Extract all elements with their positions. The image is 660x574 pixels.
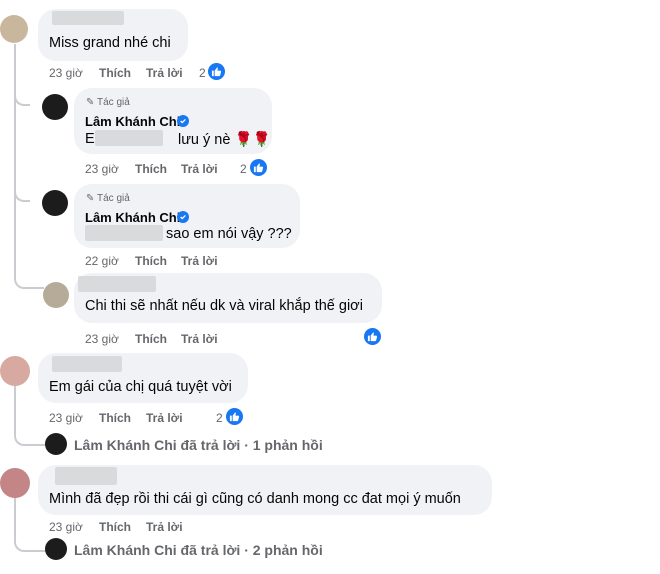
comment-text: Em gái của chị quá tuyệt vời bbox=[49, 379, 232, 395]
reply-button[interactable]: Trả lời bbox=[146, 411, 183, 425]
author-tag-label: Tác giả bbox=[97, 193, 130, 204]
avatar[interactable] bbox=[0, 15, 28, 43]
thumbs-up-icon[interactable] bbox=[207, 62, 226, 81]
redacted-name bbox=[55, 467, 117, 485]
thread-connector bbox=[14, 267, 44, 289]
avatar[interactable] bbox=[42, 94, 68, 120]
verified-badge-icon bbox=[177, 211, 189, 223]
reaction-count[interactable]: 2 bbox=[240, 162, 247, 176]
avatar[interactable] bbox=[45, 433, 67, 455]
like-button[interactable]: Thích bbox=[135, 254, 167, 268]
like-button[interactable]: Thích bbox=[99, 411, 131, 425]
comment-text: Chi thi sẽ nhất nếu dk và viral khắp thế… bbox=[85, 298, 363, 314]
view-replies-link[interactable]: Lâm Khánh Chi đã trả lời · 2 phản hồi bbox=[74, 542, 323, 558]
avatar[interactable] bbox=[42, 190, 68, 216]
redacted-name bbox=[78, 276, 156, 292]
comment-text: Miss grand nhé chi bbox=[49, 35, 171, 51]
thumbs-up-icon[interactable] bbox=[249, 158, 268, 177]
thread-line bbox=[14, 44, 16, 279]
like-button[interactable]: Thích bbox=[99, 66, 131, 80]
comment-time[interactable]: 22 giờ bbox=[85, 254, 119, 268]
pencil-icon: ✎ bbox=[86, 193, 95, 204]
pencil-icon: ✎ bbox=[86, 97, 95, 108]
thread-connector bbox=[14, 84, 30, 106]
comment-text-prefix: E bbox=[85, 131, 95, 147]
reply-button[interactable]: Trả lời bbox=[181, 332, 218, 346]
avatar[interactable] bbox=[43, 282, 69, 308]
avatar[interactable] bbox=[45, 538, 67, 560]
reply-button[interactable]: Trả lời bbox=[181, 254, 218, 268]
reply-button[interactable]: Trả lời bbox=[181, 162, 218, 176]
author-name[interactable]: Lâm Khánh Chi bbox=[85, 210, 180, 225]
like-button[interactable]: Thích bbox=[99, 520, 131, 534]
comment-time[interactable]: 23 giờ bbox=[49, 66, 83, 80]
comment-text: Mình đã đẹp rồi thi cái gì cũng có danh … bbox=[49, 491, 461, 507]
avatar[interactable] bbox=[0, 356, 30, 386]
comment-time[interactable]: 23 giờ bbox=[49, 520, 83, 534]
thumbs-up-icon[interactable] bbox=[363, 327, 382, 346]
redacted-name bbox=[95, 130, 163, 146]
reply-button[interactable]: Trả lời bbox=[146, 520, 183, 534]
comment-time[interactable]: 23 giờ bbox=[85, 162, 119, 176]
redacted-name bbox=[85, 225, 163, 241]
view-replies-link[interactable]: Lâm Khánh Chi đã trả lời · 1 phản hồi bbox=[74, 437, 323, 453]
reaction-count[interactable]: 2 bbox=[216, 411, 223, 425]
author-name[interactable]: Lâm Khánh Chi bbox=[85, 114, 180, 129]
comment-time[interactable]: 23 giờ bbox=[49, 411, 83, 425]
comment-text: lưu ý nè 🌹🌹 bbox=[178, 132, 271, 148]
author-tag: ✎ Tác giả bbox=[86, 97, 130, 108]
like-button[interactable]: Thích bbox=[135, 332, 167, 346]
comment-time[interactable]: 23 giờ bbox=[85, 332, 119, 346]
thread-connector bbox=[14, 180, 30, 202]
reply-button[interactable]: Trả lời bbox=[146, 66, 183, 80]
comment-text: sao em nói vậy ??? bbox=[166, 226, 292, 242]
avatar[interactable] bbox=[0, 468, 30, 498]
redacted-name bbox=[52, 356, 122, 372]
verified-badge-icon bbox=[177, 115, 189, 127]
thumbs-up-icon[interactable] bbox=[225, 407, 244, 426]
author-tag-label: Tác giả bbox=[97, 97, 130, 108]
author-tag: ✎ Tác giả bbox=[86, 193, 130, 204]
redacted-name bbox=[52, 11, 124, 25]
like-button[interactable]: Thích bbox=[135, 162, 167, 176]
reaction-count[interactable]: 2 bbox=[199, 66, 206, 80]
